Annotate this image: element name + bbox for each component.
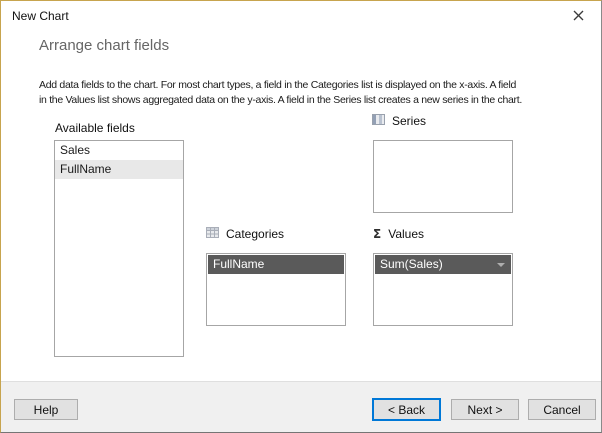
dropdown-arrow-icon[interactable] — [497, 263, 505, 267]
next-button[interactable]: Next > — [451, 399, 519, 420]
description-line-1: Add data fields to the chart. For most c… — [39, 78, 522, 93]
help-button[interactable]: Help — [14, 399, 78, 420]
window-title: New Chart — [12, 9, 69, 23]
series-label-row: Series — [372, 114, 426, 128]
description-text: Add data fields to the chart. For most c… — [39, 78, 522, 108]
categories-field-fullname[interactable]: FullName — [208, 255, 344, 274]
series-drop-zone[interactable] — [373, 140, 513, 213]
close-icon — [573, 8, 584, 26]
values-label-row: Σ Values — [373, 227, 424, 241]
series-label: Series — [392, 114, 426, 128]
list-item-sales[interactable]: Sales — [55, 141, 183, 160]
categories-label: Categories — [226, 227, 284, 241]
back-button[interactable]: < Back — [372, 398, 441, 421]
new-chart-dialog: New Chart Arrange chart fields Add data … — [0, 0, 602, 433]
cancel-button[interactable]: Cancel — [528, 399, 596, 420]
available-fields-label: Available fields — [55, 121, 135, 135]
available-fields-listbox[interactable]: Sales FullName — [54, 140, 184, 357]
sigma-icon: Σ — [373, 228, 381, 240]
categories-label-row: Categories — [206, 227, 284, 241]
page-title: Arrange chart fields — [39, 37, 169, 54]
categories-icon — [206, 227, 219, 241]
close-button[interactable] — [565, 7, 591, 27]
values-drop-zone[interactable]: Sum(Sales) — [373, 253, 513, 326]
values-field-sum-sales[interactable]: Sum(Sales) — [375, 255, 511, 274]
series-icon — [372, 114, 385, 128]
description-line-2: in the Values list shows aggregated data… — [39, 93, 522, 108]
categories-drop-zone[interactable]: FullName — [206, 253, 346, 326]
values-label: Values — [388, 227, 424, 241]
list-item-fullname[interactable]: FullName — [55, 160, 183, 179]
